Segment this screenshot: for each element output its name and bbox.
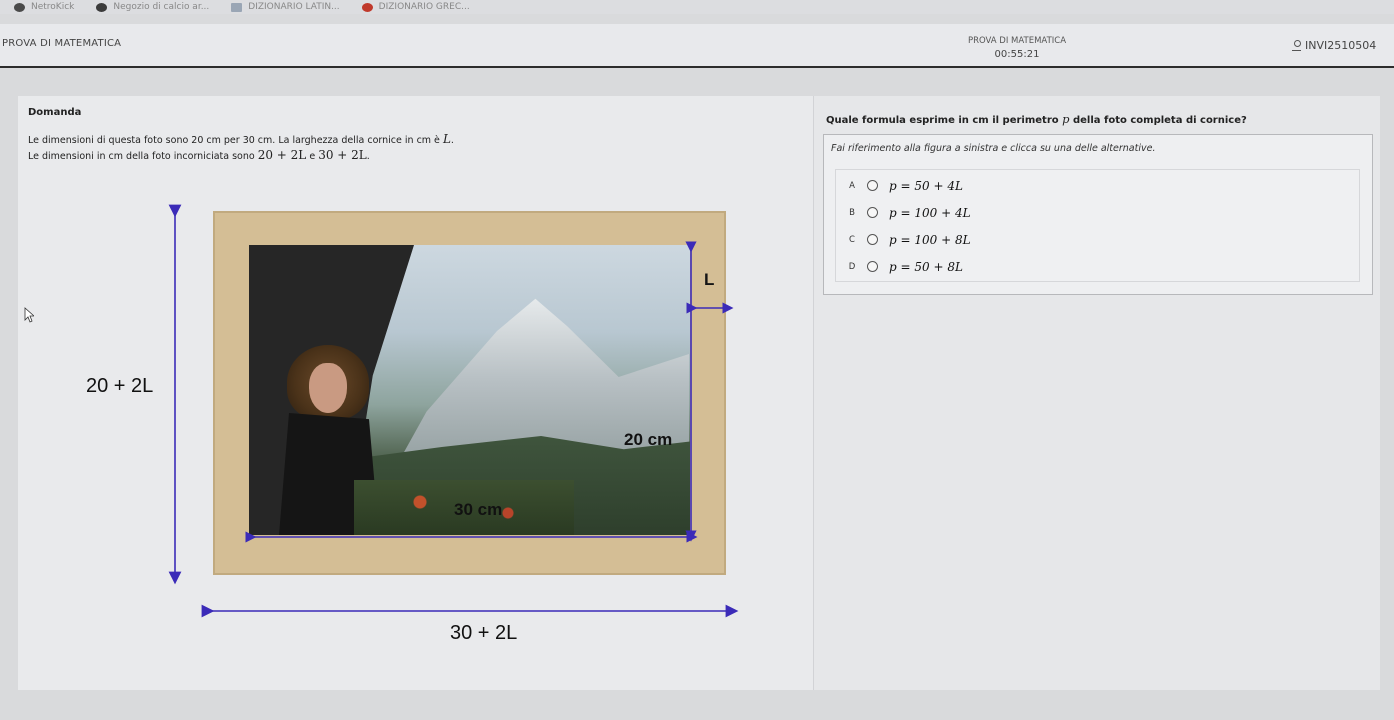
instruction-text: Fai riferimento alla figura a sinistra e…	[831, 143, 1156, 154]
bookmark-dizionario-latino[interactable]: DIZIONARIO LATIN...	[231, 2, 340, 12]
bookmark-label: DIZIONARIO LATIN...	[248, 2, 340, 12]
option-d[interactable]: D p = 50 + 8L	[836, 253, 1358, 280]
prompt-text: Quale formula esprime in cm il perimetro	[826, 115, 1059, 126]
photo-width-label: 30 cm	[454, 500, 503, 519]
section-title: PROVA DI MATEMATICA	[2, 38, 122, 49]
option-formula: p = 50 + 8L	[889, 259, 963, 274]
option-b[interactable]: B p = 100 + 4L	[836, 199, 1358, 226]
netrokick-icon	[14, 2, 25, 12]
frame-width-label: L	[704, 270, 715, 289]
mouse-cursor-icon	[24, 307, 34, 323]
radio-button[interactable]	[867, 261, 878, 272]
option-letter: D	[848, 261, 856, 272]
question-prompt: Quale formula esprime in cm il perimetro…	[826, 112, 1247, 126]
prompt-variable: p	[1062, 112, 1070, 126]
user-info: INVI2510504	[1292, 39, 1376, 52]
option-formula: p = 50 + 4L	[889, 178, 963, 193]
dictionary-icon	[231, 2, 243, 12]
radio-button[interactable]	[867, 234, 878, 245]
question-content: Domanda Le dimensioni di questa foto son…	[18, 96, 1380, 690]
option-letter: C	[849, 234, 855, 245]
bookmark-dizionario-greco[interactable]: DIZIONARIO GREC...	[361, 2, 470, 12]
user-code: INVI2510504	[1305, 39, 1377, 52]
total-height-label: 20 + 2L	[86, 375, 154, 397]
user-icon	[1292, 40, 1301, 51]
option-a[interactable]: A p = 50 + 4L	[836, 172, 1358, 199]
timer: 00:55:21	[994, 49, 1040, 60]
option-formula: p = 100 + 4L	[889, 205, 971, 220]
radio-button[interactable]	[867, 207, 878, 218]
test-name: PROVA DI MATEMATICA	[967, 36, 1067, 46]
bookmark-netrokick[interactable]: NetroKick	[14, 2, 74, 12]
option-letter: B	[849, 207, 855, 218]
bookmark-label: Negozio di calcio ar...	[113, 2, 210, 12]
test-info: PROVA DI MATEMATICA 00:55:21	[947, 35, 1087, 61]
radio-button[interactable]	[867, 180, 878, 191]
test-header: PROVA DI MATEMATICA PROVA DI MATEMATICA …	[0, 24, 1394, 68]
prompt-text: della foto completa di cornice?	[1072, 115, 1247, 126]
bookmark-label: NetroKick	[31, 2, 75, 12]
answer-box: Fai riferimento alla figura a sinistra e…	[823, 134, 1373, 295]
total-width-label: 30 + 2L	[450, 622, 518, 644]
option-formula: p = 100 + 8L	[889, 232, 971, 247]
option-c[interactable]: C p = 100 + 8L	[836, 226, 1358, 253]
options-list: A p = 50 + 4L B p = 100 + 4L C p = 100 +…	[835, 169, 1360, 282]
soccer-ball-icon	[96, 2, 108, 12]
bookmark-label: DIZIONARIO GREC...	[378, 2, 470, 12]
framed-photo-figure: L 20 cm 30 cm 20 + 2L 30 + 2L	[18, 96, 814, 690]
bookmarks-bar: NetroKick Negozio di calcio ar... DIZION…	[0, 0, 1394, 14]
question-panel: Domanda Le dimensioni di questa foto son…	[18, 96, 814, 690]
photo-height-label: 20 cm	[624, 430, 673, 449]
bookmark-negozio[interactable]: Negozio di calcio ar...	[96, 2, 209, 12]
option-letter: A	[849, 180, 855, 191]
dictionary-red-icon	[361, 2, 373, 12]
